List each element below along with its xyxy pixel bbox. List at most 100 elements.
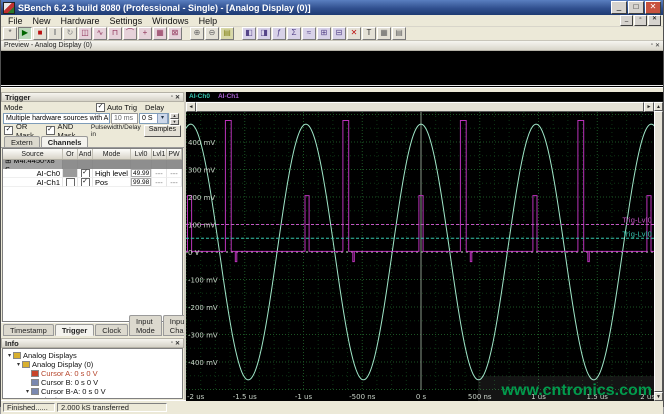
trigger-mode-cell[interactable]: Pos bbox=[93, 178, 131, 187]
trigger-mode-cell[interactable]: High level bbox=[93, 169, 131, 178]
float-panel-icon[interactable]: ▫ bbox=[171, 94, 173, 101]
chevron-down-icon[interactable]: ▾ bbox=[157, 114, 168, 123]
float-panel-icon[interactable]: ▫ bbox=[171, 340, 173, 347]
and-mask-cell[interactable]: ✓ bbox=[78, 178, 93, 187]
column-header-source[interactable]: Source bbox=[3, 149, 63, 159]
close-panel-icon[interactable]: ✕ bbox=[175, 94, 180, 101]
zoom-out-icon[interactable]: ⊖ bbox=[205, 27, 219, 40]
tree-expander-icon[interactable]: ▾ bbox=[15, 361, 22, 368]
scroll-up-icon[interactable]: ▲ bbox=[654, 101, 663, 111]
start-acquisition-icon[interactable]: ▶ bbox=[18, 27, 32, 40]
close-button[interactable]: ✕ bbox=[645, 1, 661, 14]
level0-cell[interactable]: 49.99 ... bbox=[131, 169, 152, 178]
or-mask-cell[interactable] bbox=[63, 178, 78, 187]
tree-item[interactable]: ▾ Analog Displays bbox=[3, 351, 182, 360]
tree-item[interactable]: Cursor A: 0 s 0 V bbox=[3, 369, 182, 378]
delay-spinner[interactable]: ▲ ▼ bbox=[170, 113, 179, 125]
preview-display-icon[interactable]: ◫ bbox=[78, 27, 92, 40]
xy-display-icon[interactable]: + bbox=[138, 27, 152, 40]
tab-channels[interactable]: Channels bbox=[40, 136, 89, 147]
text-annotation-icon[interactable]: T bbox=[362, 27, 376, 40]
output-settings-icon[interactable]: ◨ bbox=[257, 27, 271, 40]
scroll-left-icon[interactable]: ◄ bbox=[186, 101, 196, 112]
column-header-or[interactable]: Or bbox=[63, 149, 78, 159]
and-checkbox[interactable]: ✓ bbox=[80, 178, 90, 186]
tab-input-mode[interactable]: Input Mode bbox=[129, 315, 162, 336]
tab-extern[interactable]: Extern bbox=[4, 136, 40, 147]
column-header-and[interactable]: And bbox=[78, 149, 93, 159]
properties-view-icon[interactable]: ▤ bbox=[392, 27, 406, 40]
mdi-restore-button[interactable]: ▫ bbox=[634, 15, 647, 26]
function-generator-icon[interactable]: ƒ bbox=[272, 27, 286, 40]
mdi-close-button[interactable]: ✕ bbox=[648, 15, 661, 26]
preview-display-area[interactable] bbox=[1, 51, 663, 87]
column-header-pw[interactable]: PW bbox=[167, 149, 182, 159]
analog-display-icon[interactable]: ∿ bbox=[93, 27, 107, 40]
merge-signals-icon[interactable]: ⊟ bbox=[332, 27, 346, 40]
and-mask-cell[interactable]: ✓ bbox=[78, 169, 93, 178]
float-panel-icon[interactable]: ▫ bbox=[651, 42, 653, 49]
close-panel-icon[interactable]: ✕ bbox=[655, 42, 660, 49]
menu-file[interactable]: File bbox=[3, 16, 28, 26]
level0-value[interactable]: 99.98 ... bbox=[131, 178, 151, 186]
close-display-icon[interactable]: ⊠ bbox=[168, 27, 182, 40]
maximize-button[interactable]: □ bbox=[628, 1, 644, 14]
spectrum-display-icon[interactable]: ⌒ bbox=[123, 27, 137, 40]
or-checkbox[interactable] bbox=[65, 178, 75, 186]
channel-label-ai-ch1[interactable]: AI-Ch1 bbox=[218, 93, 239, 100]
zoom-in-icon[interactable]: ⊕ bbox=[190, 27, 204, 40]
tree-expander-icon[interactable]: ▾ bbox=[6, 352, 13, 359]
table-group-row[interactable]: ⊞ M4i.4450-x8 S... bbox=[3, 160, 182, 169]
tab-trigger[interactable]: Trigger bbox=[54, 324, 95, 336]
delete-signal-icon[interactable]: ✕ bbox=[347, 27, 361, 40]
column-header-mode[interactable]: Mode bbox=[93, 149, 131, 159]
tree-item[interactable]: ▾ Analog Display (0) bbox=[3, 360, 182, 369]
column-header-lvl1[interactable]: Lvl1 bbox=[152, 149, 167, 159]
input-settings-icon[interactable]: ◧ bbox=[242, 27, 256, 40]
save-data-icon[interactable]: ▤ bbox=[220, 27, 234, 40]
tree-item[interactable]: ▾ Cursor B-A: 0 s 0 V bbox=[3, 387, 182, 396]
minimize-button[interactable]: _ bbox=[611, 1, 627, 14]
table-row[interactable]: AI-Ch0✓High level49.99 ...------ bbox=[3, 169, 182, 178]
or-mask-cell[interactable] bbox=[63, 169, 78, 178]
vertical-scrollbar[interactable]: ▲ ▼ bbox=[654, 101, 663, 401]
pause-acquisition-icon[interactable]: ‖ bbox=[48, 27, 62, 40]
restart-acquisition-icon[interactable]: ↻ bbox=[63, 27, 77, 40]
menu-help[interactable]: Help bbox=[194, 16, 223, 26]
stop-acquisition-icon[interactable]: ■ bbox=[33, 27, 47, 40]
and-mask-checkbox[interactable]: ✓ bbox=[45, 126, 55, 135]
mdi-minimize-button[interactable]: _ bbox=[620, 15, 633, 26]
combine-channels-icon[interactable]: ⊞ bbox=[317, 27, 331, 40]
scroll-down-icon[interactable]: ▼ bbox=[654, 391, 663, 401]
horizontal-scrollbar[interactable]: ◄ ► bbox=[186, 101, 654, 112]
tree-item[interactable]: Cursor B: 0 s 0 V bbox=[3, 378, 182, 387]
menu-new[interactable]: New bbox=[28, 16, 56, 26]
multi-display-icon[interactable]: ▦ bbox=[153, 27, 167, 40]
new-project-icon[interactable]: * bbox=[3, 27, 17, 40]
grid-view-icon[interactable]: ▦ bbox=[377, 27, 391, 40]
tree-expander-icon[interactable]: ▾ bbox=[24, 388, 31, 395]
and-checkbox[interactable]: ✓ bbox=[80, 169, 90, 177]
level0-cell[interactable]: 99.98 ... bbox=[131, 178, 152, 187]
or-mask-checkbox[interactable]: ✓ bbox=[4, 126, 13, 135]
calculation-icon[interactable]: Σ bbox=[287, 27, 301, 40]
tab-timestamp[interactable]: Timestamp bbox=[3, 324, 54, 336]
scroll-right-icon[interactable]: ► bbox=[644, 101, 654, 112]
auto-trig-timeout-field[interactable]: 10 ms bbox=[111, 113, 138, 124]
level0-value[interactable]: 49.99 ... bbox=[131, 169, 151, 177]
waveform-plot[interactable]: Trig-Lvl0 Trig-Lvl0 400 mV 300 mV 200 mV 100 … bbox=[186, 101, 663, 401]
horizontal-scroll-thumb[interactable] bbox=[196, 101, 644, 112]
column-header-lvl0[interactable]: Lvl0 bbox=[131, 149, 152, 159]
menu-hardware[interactable]: Hardware bbox=[56, 16, 105, 26]
filter-signal-icon[interactable]: ≈ bbox=[302, 27, 316, 40]
close-panel-icon[interactable]: ✕ bbox=[175, 340, 180, 347]
menu-settings[interactable]: Settings bbox=[105, 16, 148, 26]
digital-display-icon[interactable]: ⊓ bbox=[108, 27, 122, 40]
table-row[interactable]: AI-Ch1✓Pos99.98 ...------ bbox=[3, 178, 182, 187]
channel-label-ai-ch0[interactable]: AI-Ch0 bbox=[189, 93, 210, 100]
tree-item[interactable]: x(Hz) = 0 Hz bbox=[3, 396, 182, 398]
menu-windows[interactable]: Windows bbox=[147, 16, 194, 26]
samples-button[interactable]: Samples bbox=[143, 124, 181, 137]
delay-value-select[interactable]: 0 S ▾ bbox=[139, 113, 169, 124]
tab-clock[interactable]: Clock bbox=[95, 324, 129, 336]
